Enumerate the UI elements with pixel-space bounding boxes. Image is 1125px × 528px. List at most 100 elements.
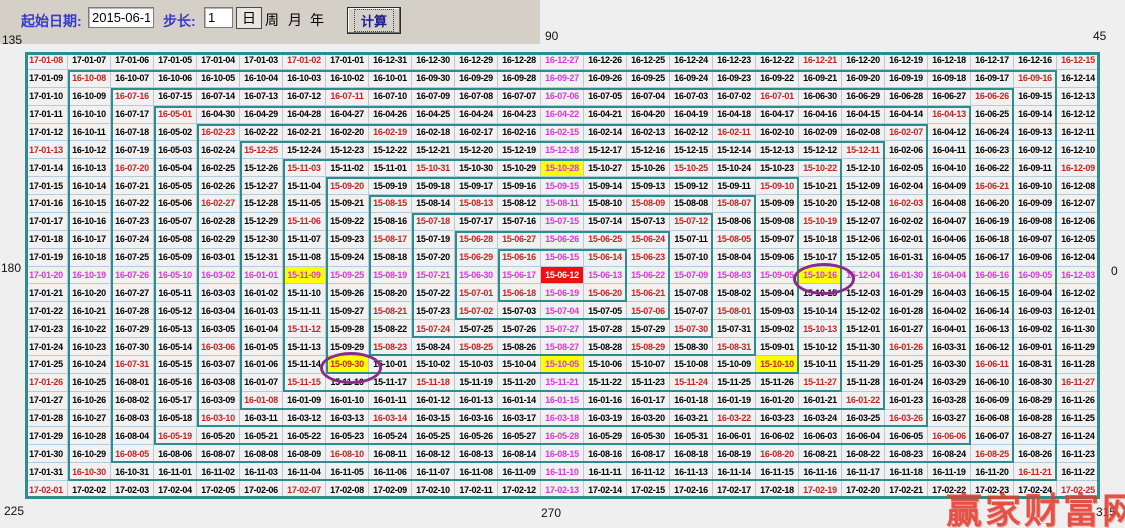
start-date-input[interactable] [88, 7, 154, 28]
date-cell[interactable]: 17-02-23 [971, 481, 1014, 499]
date-cell[interactable]: 15-08-29 [627, 338, 670, 356]
date-cell[interactable]: 16-12-29 [455, 52, 498, 70]
date-cell[interactable]: 17-01-19 [25, 249, 68, 267]
date-cell[interactable]: 16-11-14 [713, 463, 756, 481]
date-cell[interactable]: 16-06-18 [971, 231, 1014, 249]
date-cell[interactable]: 16-08-20 [756, 445, 799, 463]
date-cell[interactable]: 15-07-21 [412, 267, 455, 285]
date-cell[interactable]: 15-09-01 [756, 338, 799, 356]
date-cell[interactable]: 15-10-01 [369, 356, 412, 374]
date-cell[interactable]: 15-07-16 [498, 213, 541, 231]
date-cell[interactable]: 15-09-02 [756, 320, 799, 338]
date-cell[interactable]: 16-07-11 [326, 88, 369, 106]
date-cell[interactable]: 16-09-05 [1014, 267, 1057, 285]
date-cell[interactable]: 16-04-10 [928, 159, 971, 177]
date-cell[interactable]: 15-11-03 [283, 159, 326, 177]
date-cell[interactable]: 16-11-25 [1057, 410, 1100, 428]
date-cell[interactable]: 16-09-03 [1014, 302, 1057, 320]
date-cell[interactable]: 16-07-08 [455, 88, 498, 106]
date-cell[interactable]: 15-10-25 [670, 159, 713, 177]
date-cell[interactable]: 16-10-19 [68, 267, 111, 285]
date-cell[interactable]: 16-04-12 [928, 124, 971, 142]
date-cell[interactable]: 16-08-07 [197, 445, 240, 463]
date-cell[interactable]: 16-05-20 [197, 427, 240, 445]
date-cell[interactable]: 16-07-17 [111, 106, 154, 124]
date-cell[interactable]: 17-01-03 [240, 52, 283, 70]
date-cell[interactable]: 16-11-26 [1057, 392, 1100, 410]
date-cell[interactable]: 15-07-19 [412, 231, 455, 249]
date-cell[interactable]: 15-12-05 [842, 249, 885, 267]
date-cell[interactable]: 16-12-27 [541, 52, 584, 70]
date-cell[interactable]: 16-06-11 [971, 356, 1014, 374]
date-cell[interactable]: 16-02-22 [240, 124, 283, 142]
date-cell[interactable]: 15-07-24 [412, 320, 455, 338]
date-cell[interactable]: 16-06-30 [799, 88, 842, 106]
date-cell[interactable]: 15-08-04 [713, 249, 756, 267]
date-cell[interactable]: 15-12-28 [240, 195, 283, 213]
date-cell[interactable]: 17-01-25 [25, 356, 68, 374]
date-cell[interactable]: 16-02-02 [885, 213, 928, 231]
date-cell[interactable]: 16-08-09 [283, 445, 326, 463]
date-cell[interactable]: 16-02-12 [670, 124, 713, 142]
date-cell[interactable]: 16-05-27 [498, 427, 541, 445]
date-cell[interactable]: 16-02-17 [455, 124, 498, 142]
date-cell[interactable]: 16-05-22 [283, 427, 326, 445]
date-cell[interactable]: 16-10-07 [111, 70, 154, 88]
date-cell[interactable]: 16-11-21 [1014, 463, 1057, 481]
date-cell[interactable]: 16-01-01 [240, 267, 283, 285]
date-cell[interactable]: 15-09-04 [756, 284, 799, 302]
date-cell[interactable]: 15-07-26 [498, 320, 541, 338]
date-cell[interactable]: 16-12-13 [1057, 88, 1100, 106]
date-cell[interactable]: 16-11-15 [756, 463, 799, 481]
date-cell[interactable]: 15-06-30 [455, 267, 498, 285]
date-cell[interactable]: 16-03-06 [197, 338, 240, 356]
date-cell[interactable]: 15-12-01 [842, 320, 885, 338]
date-cell[interactable]: 16-01-29 [885, 284, 928, 302]
date-cell[interactable]: 16-08-14 [498, 445, 541, 463]
date-cell[interactable]: 17-02-14 [584, 481, 627, 499]
calculate-button[interactable]: 计算 [347, 7, 401, 34]
date-cell[interactable]: 15-08-28 [584, 338, 627, 356]
date-cell[interactable]: 15-08-02 [713, 284, 756, 302]
date-cell[interactable]: 15-10-27 [584, 159, 627, 177]
date-cell[interactable]: 15-12-25 [240, 141, 283, 159]
date-cell[interactable]: 16-05-23 [326, 427, 369, 445]
date-cell[interactable]: 16-05-13 [154, 320, 197, 338]
date-cell[interactable]: 16-11-05 [326, 463, 369, 481]
date-cell[interactable]: 16-03-15 [412, 410, 455, 428]
date-cell[interactable]: 16-06-25 [971, 106, 1014, 124]
date-cell[interactable]: 16-07-01 [756, 88, 799, 106]
date-cell[interactable]: 16-09-21 [799, 70, 842, 88]
date-cell[interactable]: 17-02-07 [283, 481, 326, 499]
date-cell[interactable]: 16-02-23 [197, 124, 240, 142]
date-cell[interactable]: 16-11-06 [369, 463, 412, 481]
date-cell[interactable]: 16-01-27 [885, 320, 928, 338]
date-cell[interactable]: 16-12-25 [627, 52, 670, 70]
date-cell[interactable]: 15-12-12 [799, 141, 842, 159]
date-cell[interactable]: 16-09-20 [842, 70, 885, 88]
date-cell[interactable]: 15-10-16 [799, 267, 842, 285]
date-cell[interactable]: 16-12-07 [1057, 195, 1100, 213]
date-cell[interactable]: 16-05-10 [154, 267, 197, 285]
date-cell[interactable]: 16-12-24 [670, 52, 713, 70]
date-cell[interactable]: 16-09-02 [1014, 320, 1057, 338]
date-cell[interactable]: 16-04-03 [928, 284, 971, 302]
date-cell[interactable]: 15-08-12 [498, 195, 541, 213]
date-cell[interactable]: 15-10-30 [455, 159, 498, 177]
date-cell[interactable]: 17-01-24 [25, 338, 68, 356]
date-cell[interactable]: 15-07-17 [455, 213, 498, 231]
date-cell[interactable]: 16-05-01 [154, 106, 197, 124]
date-cell[interactable]: 16-07-24 [111, 231, 154, 249]
date-cell[interactable]: 16-09-16 [1014, 70, 1057, 88]
date-cell[interactable]: 16-11-03 [240, 463, 283, 481]
date-cell[interactable]: 16-02-20 [326, 124, 369, 142]
date-cell[interactable]: 16-11-10 [541, 463, 584, 481]
date-cell[interactable]: 16-09-17 [971, 70, 1014, 88]
date-cell[interactable]: 16-10-17 [68, 231, 111, 249]
date-cell[interactable]: 15-08-25 [455, 338, 498, 356]
date-cell[interactable]: 16-10-26 [68, 392, 111, 410]
date-cell[interactable]: 15-11-12 [283, 320, 326, 338]
date-cell[interactable]: 16-09-29 [455, 70, 498, 88]
unit-week-toggle[interactable]: 周 [265, 10, 279, 30]
date-cell[interactable]: 16-10-31 [111, 463, 154, 481]
